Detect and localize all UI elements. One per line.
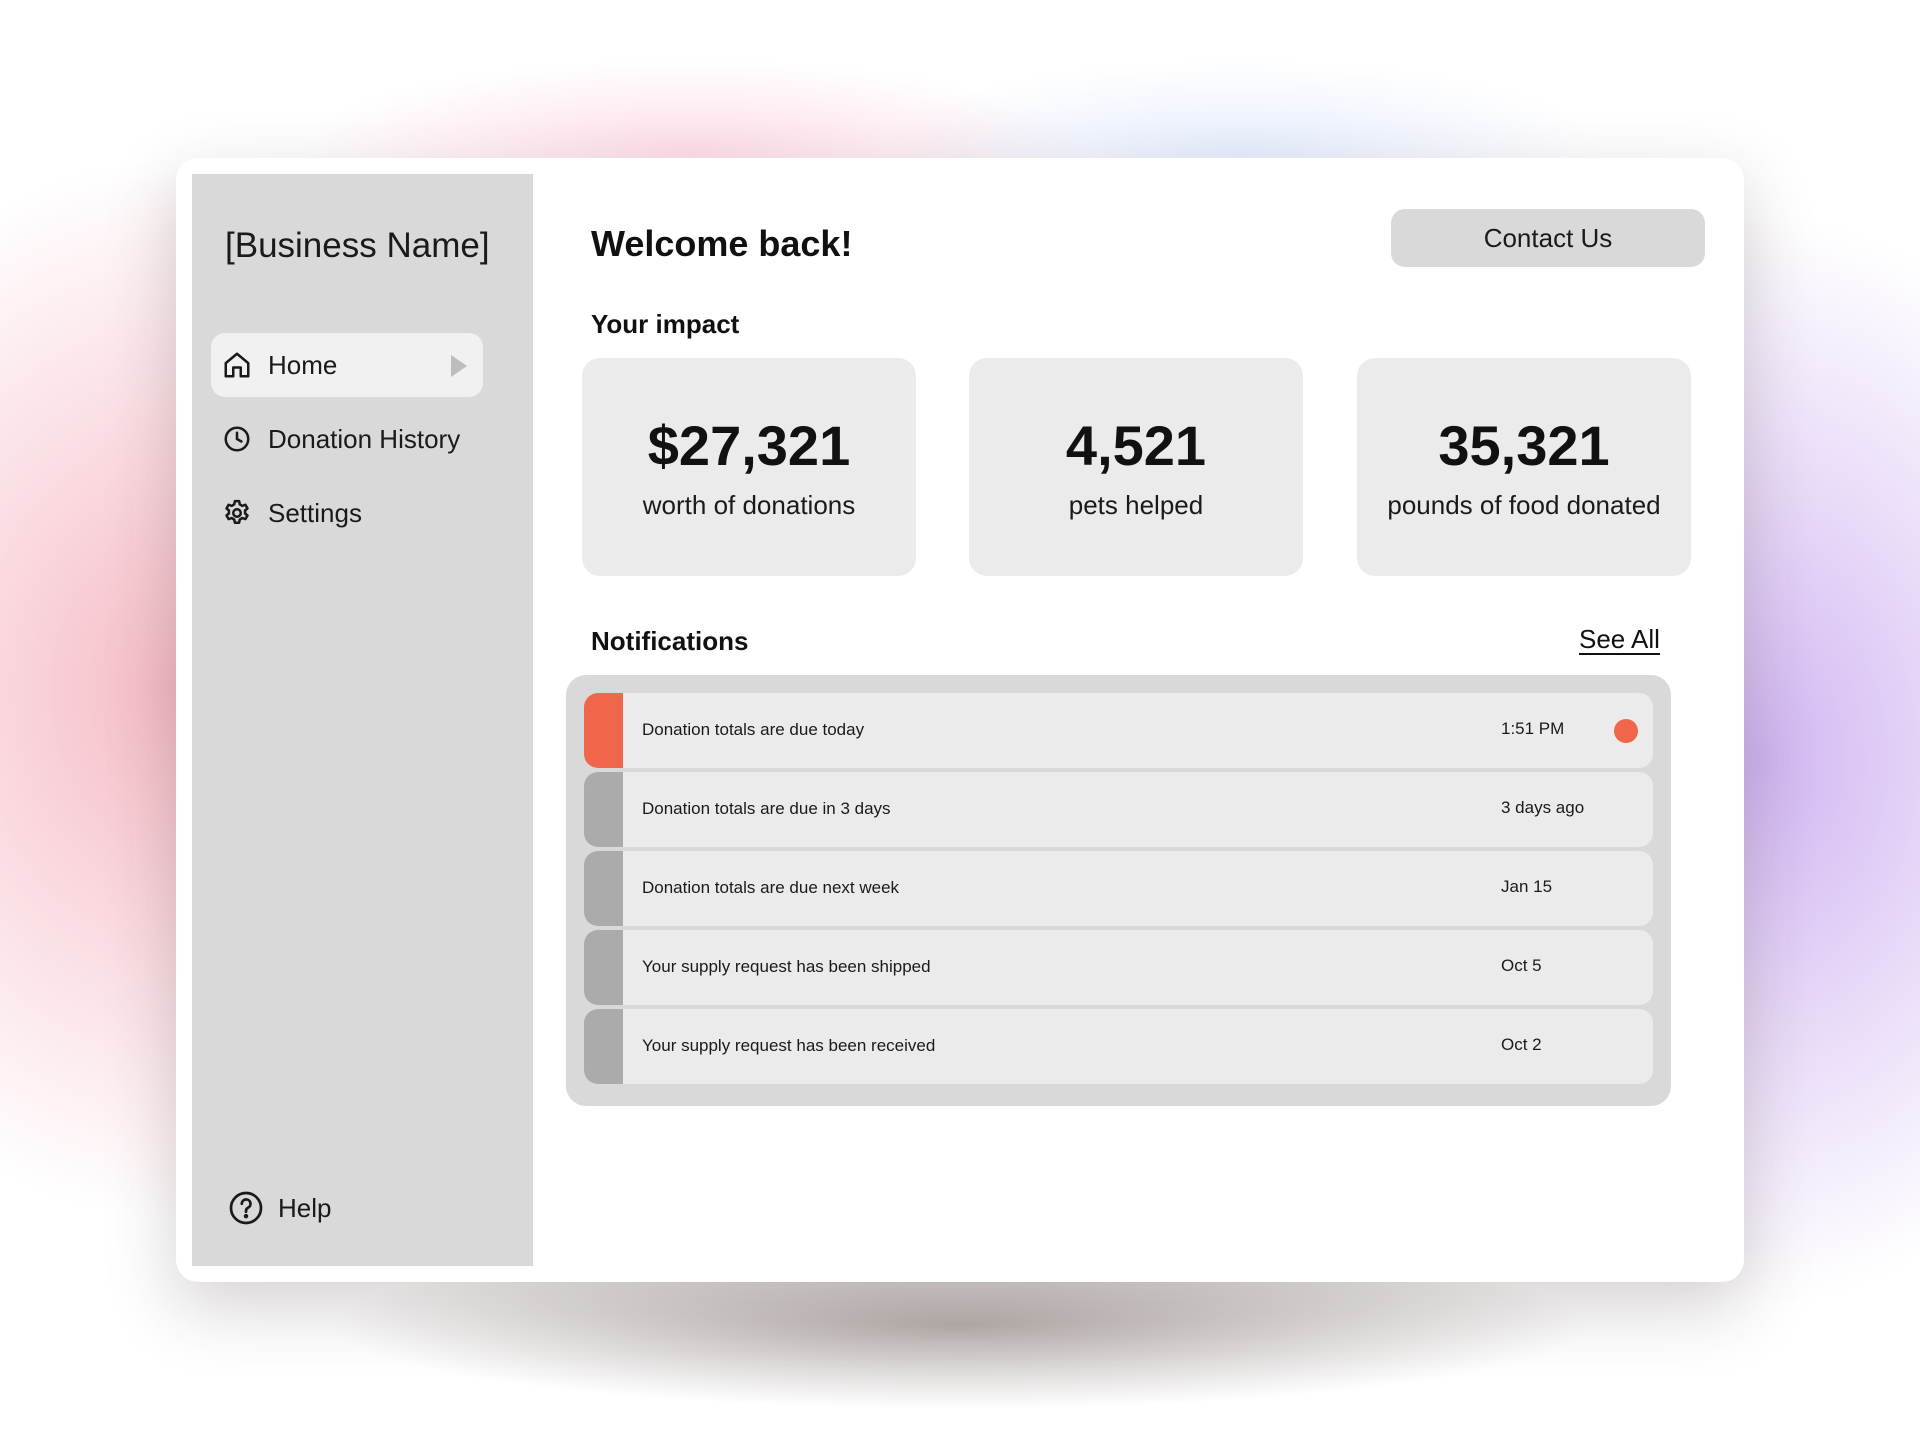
impact-card-pets: 4,521 pets helped [969, 358, 1303, 576]
notification-text: Donation totals are due in 3 days [642, 799, 891, 818]
notification-text: Your supply request has been received [642, 1036, 936, 1055]
play-arrow-icon [451, 355, 467, 377]
business-name: [Business Name] [225, 226, 490, 265]
notification-time: 1:51 PM [1501, 719, 1565, 738]
notification-time: Oct 5 [1501, 956, 1542, 975]
page-title: Welcome back! [591, 223, 853, 264]
sidebar: [Business Name] Home Donation History Se… [192, 174, 533, 1266]
impact-card-label: pets helped [1068, 490, 1204, 520]
impact-card-value: $27,321 [647, 414, 851, 477]
notification-text: Your supply request has been shipped [642, 957, 931, 976]
read-marker [584, 772, 623, 847]
notification-item[interactable]: Your supply request has been shipped Oct… [584, 930, 1653, 1005]
gear-icon [222, 498, 252, 528]
read-marker [584, 1009, 623, 1084]
contact-us-button[interactable]: Contact Us [1391, 209, 1705, 267]
unread-dot-icon [1614, 719, 1638, 743]
impact-section-title: Your impact [591, 309, 740, 339]
question-circle-icon [228, 1190, 264, 1226]
notification-item[interactable]: Donation totals are due next week Jan 15 [584, 851, 1653, 926]
read-marker [584, 930, 623, 1005]
read-marker [584, 851, 623, 926]
notifications-list: Donation totals are due today 1:51 PM Do… [566, 675, 1671, 1106]
sidebar-item-settings[interactable]: Settings [211, 481, 483, 545]
sidebar-item-label: Home [268, 349, 338, 380]
impact-card-label: worth of donations [642, 490, 856, 520]
notification-text: Donation totals are due today [642, 720, 865, 739]
see-all-link[interactable]: See All [1579, 624, 1660, 655]
app-window: [Business Name] Home Donation History Se… [192, 174, 1728, 1266]
notification-time: Oct 2 [1501, 1035, 1542, 1054]
home-icon [222, 350, 252, 380]
impact-card-value: 4,521 [1065, 414, 1207, 477]
notification-time: 3 days ago [1501, 798, 1585, 817]
sidebar-item-label: Settings [268, 497, 362, 528]
impact-card-value: 35,321 [1438, 414, 1610, 477]
sidebar-item-home[interactable]: Home [211, 333, 483, 397]
notification-item[interactable]: Donation totals are due in 3 days 3 days… [584, 772, 1653, 847]
unread-marker [584, 693, 623, 768]
help-label: Help [278, 1192, 332, 1223]
impact-card-donations: $27,321 worth of donations [582, 358, 916, 576]
notifications-section-title: Notifications [591, 626, 749, 656]
impact-card-food: 35,321 pounds of food donated [1357, 358, 1691, 576]
main-content: Welcome back! Contact Us Your impact $27… [533, 174, 1728, 1266]
notification-item[interactable]: Your supply request has been received Oc… [584, 1009, 1653, 1084]
impact-card-label: pounds of food donated [1387, 490, 1661, 520]
help-link[interactable]: Help [228, 1190, 331, 1226]
sidebar-item-label: Donation History [268, 423, 461, 454]
notification-text: Donation totals are due next week [642, 878, 900, 897]
impact-cards: $27,321 worth of donations 4,521 pets he… [582, 358, 1692, 576]
sidebar-nav: Home Donation History Settings [211, 333, 483, 555]
clock-icon [222, 424, 252, 454]
notification-time: Jan 15 [1501, 877, 1553, 896]
notification-item[interactable]: Donation totals are due today 1:51 PM [584, 693, 1653, 768]
sidebar-item-donation-history[interactable]: Donation History [211, 407, 483, 471]
